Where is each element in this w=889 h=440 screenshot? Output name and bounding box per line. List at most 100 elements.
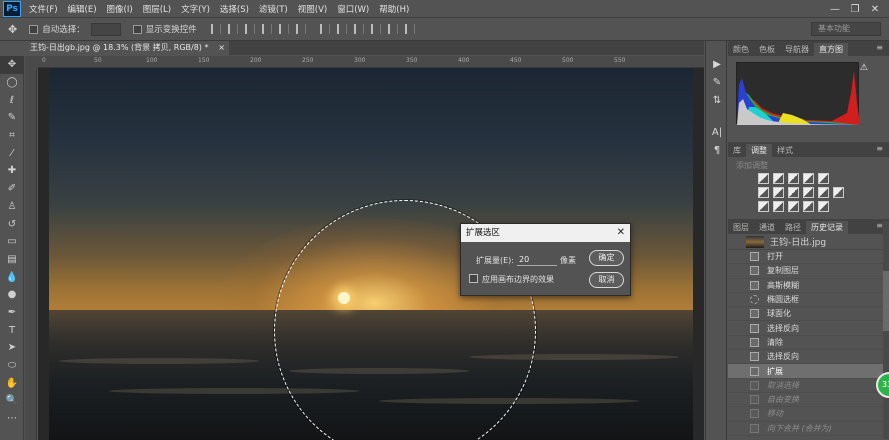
expand-by-input[interactable]: 20 <box>517 253 557 266</box>
play-action-icon[interactable]: ▶ <box>706 55 728 73</box>
document-tab-close-icon[interactable]: × <box>218 41 225 55</box>
clone-stamp-icon[interactable]: ♙ <box>0 198 24 216</box>
history-item[interactable]: 球面化 <box>728 307 889 322</box>
tab-paths[interactable]: 路径 <box>780 221 806 234</box>
blur-icon[interactable]: 💧 <box>0 268 24 286</box>
apply-canvas-bounds-checkbox[interactable] <box>469 274 478 283</box>
menu-file[interactable]: 文件(F) <box>29 3 58 15</box>
black-white-icon[interactable] <box>788 187 799 198</box>
history-item[interactable]: 向下合并 (合并为) <box>728 422 889 436</box>
minimize-button[interactable]: — <box>825 4 845 15</box>
eraser-icon[interactable]: ▭ <box>0 233 24 251</box>
distribute-right-icon[interactable] <box>404 24 415 34</box>
tab-adjustments[interactable]: 调整 <box>746 144 772 157</box>
lasso-icon[interactable]: ℓ <box>0 91 24 109</box>
brightness-icon[interactable] <box>758 173 769 184</box>
posterize-icon[interactable] <box>773 201 784 212</box>
close-window-button[interactable]: ✕ <box>865 4 885 15</box>
tab-styles[interactable]: 样式 <box>772 144 798 157</box>
history-item[interactable]: 复制图层 <box>728 264 889 279</box>
tab-histogram[interactable]: 直方图 <box>814 43 848 56</box>
histogram-warning-icon[interactable]: ⚠ <box>860 63 868 73</box>
align-vcenter-icon[interactable] <box>227 24 238 34</box>
menu-window[interactable]: 窗口(W) <box>337 3 369 15</box>
crop-icon[interactable]: ⌗ <box>0 127 24 145</box>
menu-help[interactable]: 帮助(H) <box>379 3 409 15</box>
auto-select-dropdown[interactable] <box>90 22 121 36</box>
history-item[interactable]: 移动 <box>728 407 889 422</box>
ellipse-shape-icon[interactable]: ⬭ <box>0 357 24 375</box>
quick-selection-icon[interactable]: ✎ <box>0 109 24 127</box>
menu-view[interactable]: 视图(V) <box>298 3 327 15</box>
character-icon[interactable]: A| <box>706 123 728 141</box>
threshold-icon[interactable] <box>788 201 799 212</box>
menu-layer[interactable]: 图层(L) <box>143 3 171 15</box>
tab-color[interactable]: 颜色 <box>728 43 754 56</box>
distribute-vcenter-icon[interactable] <box>336 24 347 34</box>
dodge-icon[interactable]: ● <box>0 286 24 304</box>
brush-settings-icon[interactable]: ✎ <box>706 73 728 91</box>
history-item[interactable]: 清除 <box>728 336 889 351</box>
brush-icon[interactable]: ✐ <box>0 180 24 198</box>
history-item[interactable]: 扩展 <box>728 364 889 379</box>
levels-icon[interactable] <box>773 173 784 184</box>
panel-menu-icon[interactable]: ≡ <box>876 43 883 52</box>
history-item[interactable]: 高斯模糊 <box>728 279 889 293</box>
history-item[interactable]: 选择反向 <box>728 321 889 336</box>
show-transform-checkbox[interactable] <box>132 24 142 34</box>
history-brush-icon[interactable]: ↺ <box>0 215 24 233</box>
tab-swatches[interactable]: 色板 <box>754 43 780 56</box>
distribute-top-icon[interactable] <box>319 24 330 34</box>
paragraph-icon[interactable]: ¶ <box>706 141 728 159</box>
selective-color-icon[interactable] <box>803 201 814 212</box>
move-tool-icon[interactable]: ✥ <box>0 56 24 74</box>
dialog-close-icon[interactable]: ✕ <box>617 224 625 242</box>
move-tool-icon[interactable]: ✥ <box>8 23 17 36</box>
hue-saturation-icon[interactable] <box>758 187 769 198</box>
ok-button[interactable]: 确定 <box>589 250 624 266</box>
history-item[interactable]: 取消选择 <box>728 379 889 393</box>
distribute-hcenter-icon[interactable] <box>387 24 398 34</box>
history-item[interactable]: 自由变换 <box>728 393 889 408</box>
panel-scrollbar-thumb[interactable] <box>883 271 889 331</box>
properties-icon[interactable]: ⇅ <box>706 91 728 109</box>
menu-edit[interactable]: 编辑(E) <box>68 3 97 15</box>
history-item[interactable]: 椭圆选框 <box>728 293 889 308</box>
eyedropper-icon[interactable]: ⁄ <box>0 144 24 162</box>
history-item[interactable]: 选择反向 <box>728 350 889 365</box>
align-top-icon[interactable] <box>210 24 221 34</box>
history-snapshot[interactable]: 王钧-日出.jpg <box>728 234 889 250</box>
document-tab[interactable]: 王钧-日出gb.jpg @ 18.3% (背景 拷贝, RGB/8) * × <box>24 41 229 55</box>
gradient-map-icon[interactable] <box>818 201 829 212</box>
auto-select-checkbox[interactable] <box>29 24 39 34</box>
vibrance-icon[interactable] <box>818 173 829 184</box>
distribute-bottom-icon[interactable] <box>353 24 364 34</box>
align-hcenter-icon[interactable] <box>278 24 289 34</box>
menu-select[interactable]: 选择(S) <box>220 3 249 15</box>
exposure-icon[interactable] <box>803 173 814 184</box>
photo-filter-icon[interactable] <box>803 187 814 198</box>
type-icon[interactable]: T <box>0 321 24 339</box>
align-right-icon[interactable] <box>295 24 306 34</box>
channel-mixer-icon[interactable] <box>818 187 829 198</box>
more-tools-icon[interactable]: ⋯ <box>0 410 24 428</box>
workspace-selector[interactable]: 基本功能 <box>811 22 881 36</box>
align-bottom-icon[interactable] <box>244 24 255 34</box>
invert-icon[interactable] <box>758 201 769 212</box>
tab-history[interactable]: 历史记录 <box>806 221 848 234</box>
pen-icon[interactable]: ✒ <box>0 304 24 322</box>
tab-navigator[interactable]: 导航器 <box>780 43 814 56</box>
color-balance-icon[interactable] <box>773 187 784 198</box>
menu-type[interactable]: 文字(Y) <box>181 3 210 15</box>
distribute-left-icon[interactable] <box>370 24 381 34</box>
color-lookup-icon[interactable] <box>833 187 844 198</box>
tab-channels[interactable]: 通道 <box>754 221 780 234</box>
zoom-icon[interactable]: 🔍 <box>0 392 24 410</box>
elliptical-marquee-icon[interactable]: ◯ <box>0 74 24 92</box>
path-selection-icon[interactable]: ➤ <box>0 339 24 357</box>
panel-menu-icon[interactable]: ≡ <box>876 221 883 230</box>
hand-icon[interactable]: ✋ <box>0 374 24 392</box>
gradient-icon[interactable]: ▤ <box>0 251 24 269</box>
tab-libraries[interactable]: 库 <box>728 144 746 157</box>
curves-icon[interactable] <box>788 173 799 184</box>
